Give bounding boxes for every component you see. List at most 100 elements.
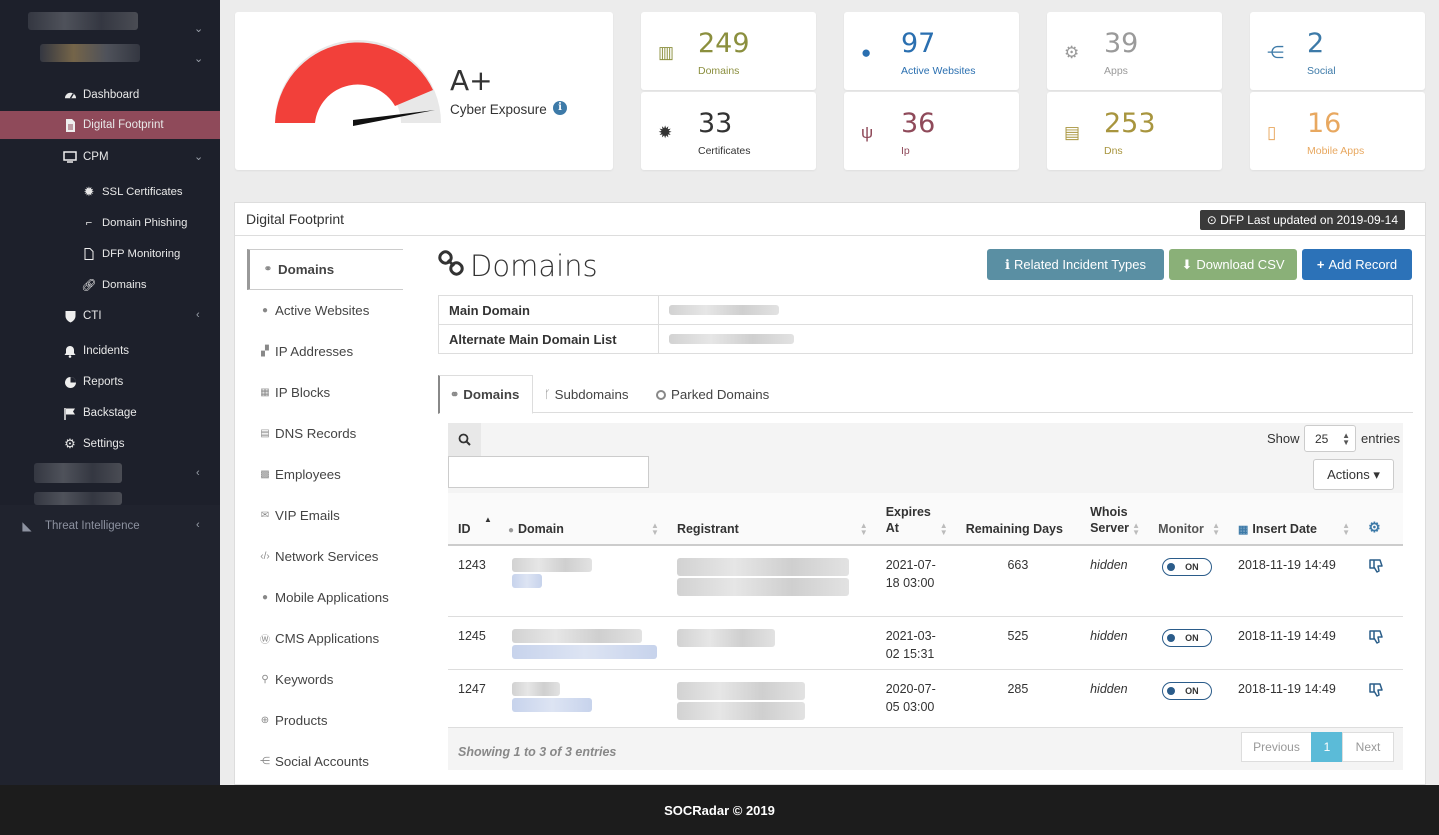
- col-label: Remaining Days: [965, 522, 1063, 536]
- thumbs-down-icon[interactable]: [1368, 559, 1384, 577]
- blurred-item: [34, 463, 122, 483]
- cell-monitor: ON: [1148, 616, 1228, 670]
- cell-expires: 2021-03-02 15:31: [875, 616, 956, 670]
- category-employees[interactable]: ▩ Employees: [247, 454, 403, 495]
- tab-parked-domains[interactable]: Parked Domains: [656, 375, 769, 414]
- stat-card-ip[interactable]: ψ 36 Ip: [844, 92, 1019, 170]
- cell-id-text: 1245: [458, 628, 486, 643]
- sidebar-item-threat-intelligence[interactable]: ◣ Threat Intelligence: [0, 512, 220, 540]
- download-csv-button[interactable]: ⬇ Download CSV: [1169, 249, 1297, 280]
- cogs-icon: ⚙: [1064, 43, 1080, 62]
- stat-card-active-websites[interactable]: ● 97 Active Websites: [844, 12, 1019, 90]
- domains-table: ID ▲ ● Domain ▲ ▼ Registrant ▲ ▼ Expires At ▲ ▼ …: [448, 493, 1403, 728]
- category-social-accounts[interactable]: ⋲ Social Accounts: [247, 741, 403, 782]
- chevron-left-icon[interactable]: ‹: [196, 309, 200, 321]
- monitor-icon: [63, 150, 77, 164]
- category-products[interactable]: ⊕ Products: [247, 700, 403, 741]
- monitor-toggle[interactable]: ON: [1162, 628, 1213, 647]
- table-row[interactable]: 1245 2021-03-02 15:31 525 hidden ON 2018-11-1…: [448, 616, 1403, 670]
- col-remaining-days[interactable]: Remaining Days: [955, 493, 1081, 546]
- category-active-websites[interactable]: ● Active Websites: [247, 290, 403, 331]
- tab-domains[interactable]: ⚭ Domains: [438, 375, 533, 414]
- search-icon-box[interactable]: [448, 423, 481, 456]
- sidebar-item-cpm[interactable]: CPM: [0, 143, 220, 171]
- stat-label: Domains: [698, 65, 740, 77]
- sidebar-item-settings[interactable]: ⚙ Settings: [0, 430, 220, 458]
- col-settings[interactable]: ⚙: [1358, 493, 1403, 546]
- chevron-left-icon[interactable]: ‹: [196, 519, 200, 531]
- col-registrant[interactable]: Registrant ▲ ▼: [666, 493, 876, 546]
- kv-key: Alternate Main Domain List: [438, 324, 659, 354]
- stat-card-apps[interactable]: ⚙ 39 Apps: [1047, 12, 1222, 90]
- monitor-toggle[interactable]: ON: [1162, 558, 1213, 576]
- actions-button[interactable]: Actions ▾: [1313, 459, 1394, 490]
- category-cms-applications[interactable]: Ⓦ CMS Applications: [247, 618, 403, 659]
- sort-asc-icon: ▲: [484, 515, 492, 524]
- cogs-icon: ⚙: [1368, 519, 1381, 535]
- col-expires[interactable]: Expires At ▲ ▼: [875, 493, 956, 546]
- category-network-services[interactable]: ‹/› Network Services: [247, 536, 403, 577]
- sidebar-item-cti[interactable]: CTI: [0, 302, 220, 330]
- stat-card-certificates[interactable]: ✹ 33 Certificates: [641, 92, 816, 170]
- page-1-button[interactable]: 1: [1311, 732, 1343, 762]
- col-insert-date[interactable]: ▦ Insert Date ▲ ▼: [1228, 493, 1359, 546]
- sidebar-item-incidents[interactable]: Incidents: [0, 337, 220, 365]
- chevron-down-icon[interactable]: ⌄: [194, 22, 203, 35]
- col-label: Expires At: [885, 505, 931, 535]
- thumbs-down-icon[interactable]: [1368, 629, 1384, 648]
- sidebar-item-dfp-monitoring[interactable]: DFP Monitoring: [0, 240, 220, 268]
- cell-monitor: ON: [1148, 669, 1228, 728]
- cell-remaining-days: 663: [955, 545, 1081, 617]
- page-size-select[interactable]: 25 ▲ ▼: [1304, 425, 1356, 452]
- chevron-down-icon[interactable]: ⌄: [194, 52, 203, 65]
- sort-icon: ▲ ▼: [939, 521, 948, 537]
- sidebar-item-reports[interactable]: Reports: [0, 368, 220, 396]
- chevron-down-icon[interactable]: ⌄: [194, 150, 203, 163]
- stat-card-mobile-apps[interactable]: ▯ 16 Mobile Apps: [1250, 92, 1425, 170]
- blurred-item: [34, 492, 122, 505]
- category-keywords[interactable]: ⚲ Keywords: [247, 659, 403, 700]
- search-input[interactable]: [448, 456, 649, 488]
- sidebar-item-backstage[interactable]: Backstage: [0, 399, 220, 427]
- col-whois[interactable]: Whois Server ▲ ▼: [1080, 493, 1149, 546]
- monitor-toggle[interactable]: ON: [1162, 681, 1213, 700]
- sidebar-item-ssl-certificates[interactable]: ✹ SSL Certificates: [0, 178, 220, 206]
- sidebar-item-domains[interactable]: 🔗︎ Domains: [0, 271, 220, 299]
- sidebar-item-digital-footprint[interactable]: Digital Footprint: [0, 111, 220, 139]
- stat-value: 2: [1307, 28, 1325, 59]
- cell-domain-blurred: [497, 616, 667, 670]
- next-page-button[interactable]: Next: [1342, 732, 1394, 762]
- category-dns-records[interactable]: ▤ DNS Records: [247, 413, 403, 454]
- tab-subdomains[interactable]: ᚴ Subdomains: [544, 375, 629, 414]
- thumbs-down-icon[interactable]: [1368, 682, 1384, 701]
- category-ip-blocks[interactable]: ▦ IP Blocks: [247, 372, 403, 413]
- stat-label: Dns: [1104, 145, 1123, 157]
- col-monitor[interactable]: Monitor ▲ ▼: [1148, 493, 1228, 546]
- stat-card-social[interactable]: ⋲ 2 Social: [1250, 12, 1425, 90]
- sidebar-item-domain-phishing[interactable]: ⌐ Domain Phishing: [0, 209, 220, 237]
- stat-card-dns[interactable]: ▤ 253 Dns: [1047, 92, 1222, 170]
- category-ip-addresses[interactable]: ▞ IP Addresses: [247, 331, 403, 372]
- col-domain[interactable]: ● Domain ▲ ▼: [497, 493, 667, 546]
- blurred-org-name: [28, 12, 138, 30]
- plus-icon: +: [1316, 257, 1325, 272]
- stat-value: 253: [1104, 108, 1156, 139]
- certificate-icon: ✹: [658, 123, 673, 142]
- col-id[interactable]: ID ▲: [448, 493, 498, 546]
- cell-monitor: ON: [1148, 545, 1228, 617]
- table-row[interactable]: 1243 2021-07-18 03:00 663 hidden ON 2018-11-1…: [448, 545, 1403, 617]
- newspaper-icon: ▤: [1064, 123, 1081, 142]
- stat-card-domains[interactable]: ▥ 249 Domains: [641, 12, 816, 90]
- category-mobile-applications[interactable]: ● Mobile Applications: [247, 577, 403, 618]
- file-icon: [63, 118, 77, 132]
- stat-label: Certificates: [698, 145, 751, 157]
- previous-page-button[interactable]: Previous: [1241, 732, 1312, 762]
- category-domains[interactable]: ⚭ Domains: [247, 249, 403, 290]
- info-icon[interactable]: i: [553, 101, 567, 115]
- sidebar-item-dashboard[interactable]: Dashboard: [0, 81, 220, 109]
- add-record-button[interactable]: + Add Record: [1302, 249, 1412, 280]
- related-incident-types-button[interactable]: ℹ Related Incident Types: [987, 249, 1164, 280]
- table-row[interactable]: 1247 2020-07-05 03:00 285 hidden ON 2018-11-1…: [448, 669, 1403, 728]
- category-vip-emails[interactable]: ✉ VIP Emails: [247, 495, 403, 536]
- chevron-left-icon[interactable]: ‹: [196, 467, 200, 479]
